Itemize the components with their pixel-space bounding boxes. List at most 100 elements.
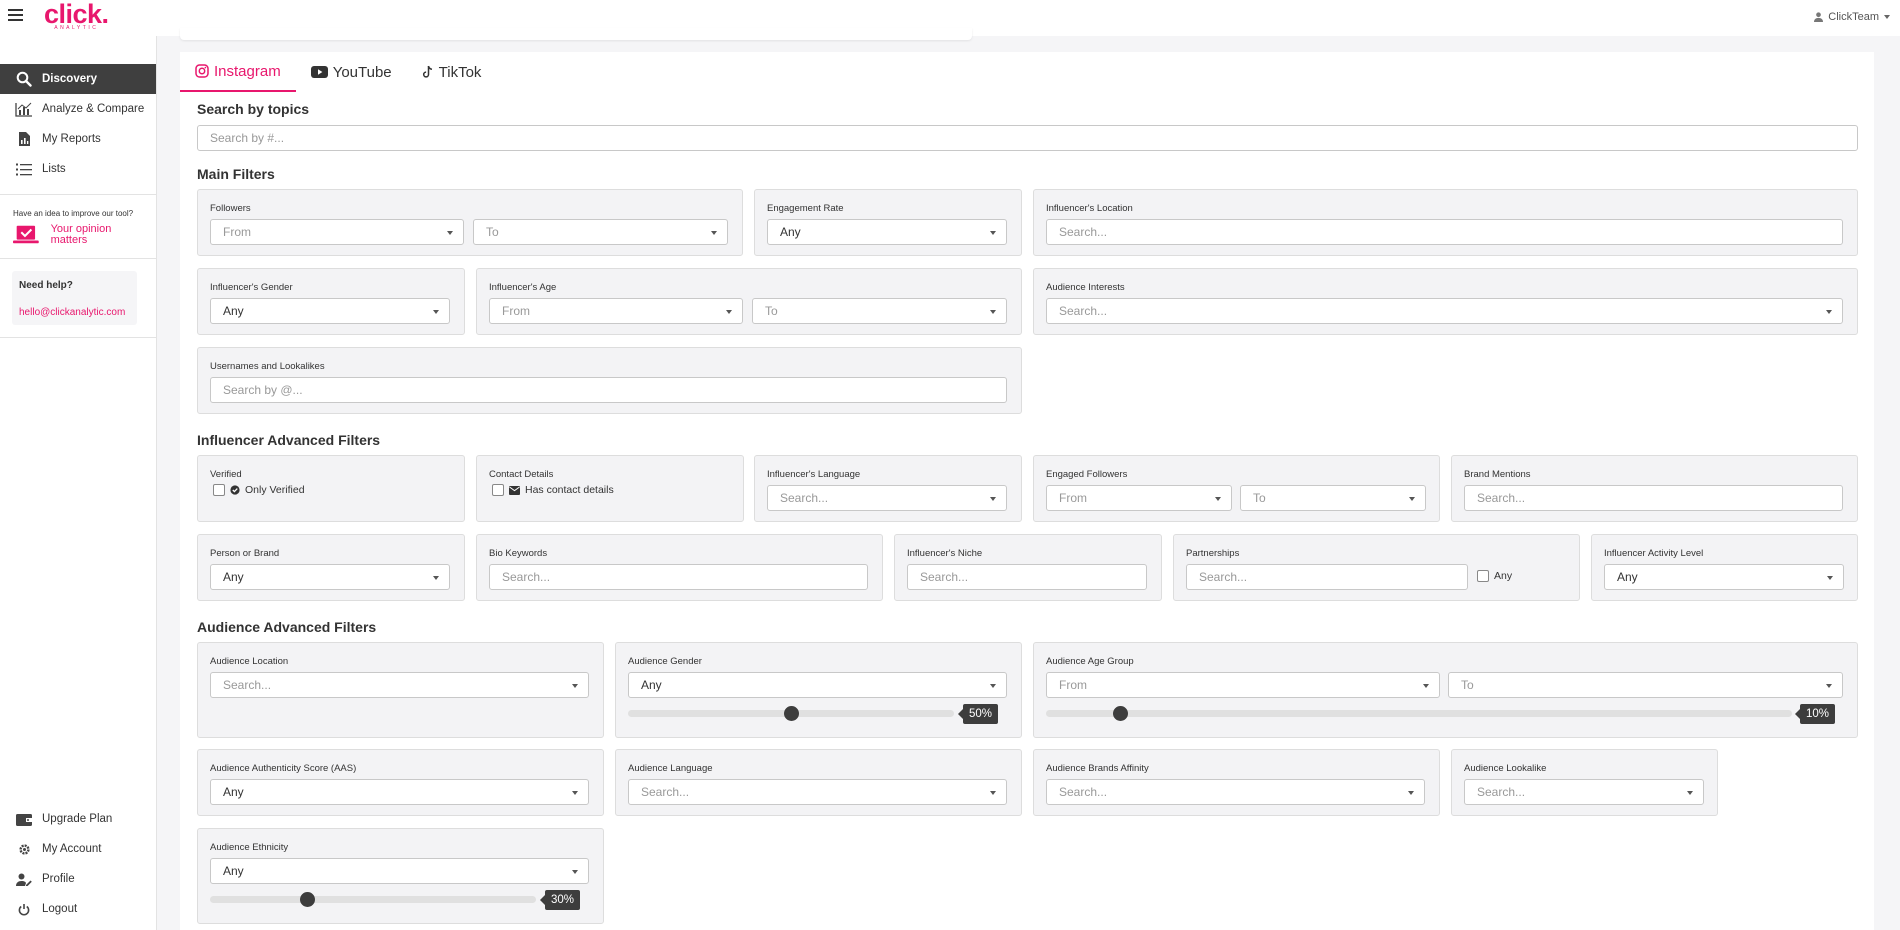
power-icon <box>14 901 34 917</box>
audience-language-select[interactable]: Search... <box>628 779 1007 805</box>
topics-search-input[interactable]: Search by #... <box>197 125 1858 151</box>
influencer-activity-select[interactable]: Any <box>1604 564 1844 590</box>
influencer-age-to-select[interactable]: To <box>752 298 1007 324</box>
sidebar-item-label: Lists <box>42 163 66 175</box>
caret-down-icon <box>1826 310 1832 314</box>
sidebar-item-label: My Account <box>42 843 102 855</box>
select-value: Search... <box>1059 304 1108 318</box>
chart-icon <box>14 101 34 117</box>
audience-location-label: Audience Location <box>210 656 289 667</box>
checkbox-label: Only Verified <box>245 484 305 496</box>
influencer-niche-input[interactable]: Search... <box>907 564 1147 590</box>
influencer-gender-select[interactable]: Any <box>210 298 450 324</box>
usernames-input[interactable]: Search by @... <box>210 377 1007 403</box>
select-value: To <box>765 304 778 318</box>
audience-age-from-select[interactable]: From <box>1046 672 1440 698</box>
select-value: Search... <box>641 785 690 799</box>
audience-ethnicity-percent: 30% <box>539 890 581 910</box>
caret-down-icon <box>1687 791 1693 795</box>
brand-mentions-label: Brand Mentions <box>1464 469 1531 480</box>
sidebar-item-logout[interactable]: Logout <box>0 894 157 924</box>
select-value: From <box>1059 678 1087 692</box>
caret-down-icon <box>1408 791 1414 795</box>
slider-thumb[interactable] <box>1113 706 1129 721</box>
feedback-link[interactable]: Your opinion matters <box>13 224 143 246</box>
engagement-rate-filter: Engagement Rate Any <box>754 189 1022 256</box>
person-or-brand-select[interactable]: Any <box>210 564 450 590</box>
audience-language-filter: Audience Language Search... <box>615 749 1022 816</box>
bio-keywords-filter: Bio Keywords Search... <box>476 534 883 601</box>
sidebar-item-lists[interactable]: Lists <box>0 154 156 184</box>
sidebar-item-upgrade-plan[interactable]: Upgrade Plan <box>0 804 157 834</box>
tab-youtube[interactable]: YouTube <box>296 52 407 92</box>
verified-label: Verified <box>210 469 242 480</box>
sidebar-item-discovery[interactable]: Discovery <box>0 64 156 94</box>
checkbox-box[interactable] <box>213 484 225 496</box>
partnerships-any-checkbox[interactable]: Any <box>1477 570 1512 582</box>
influencer-age-from-select[interactable]: From <box>489 298 743 324</box>
influencer-niche-label: Influencer's Niche <box>907 548 983 559</box>
audience-age-percent: 10% <box>1794 704 1836 724</box>
audience-interests-label: Audience Interests <box>1046 282 1125 293</box>
audience-lookalike-select[interactable]: Search... <box>1464 779 1704 805</box>
select-value: From <box>1059 491 1087 505</box>
audience-age-slider[interactable] <box>1046 706 1792 721</box>
instagram-icon <box>195 64 209 78</box>
checkbox-box[interactable] <box>492 484 504 496</box>
audience-ethnicity-slider[interactable] <box>210 892 536 907</box>
audience-interests-select[interactable]: Search... <box>1046 298 1843 324</box>
contact-details-filter: Contact Details Has contact details <box>476 455 744 522</box>
checkbox-box[interactable] <box>1477 570 1489 582</box>
partnerships-input[interactable]: Search... <box>1186 564 1468 590</box>
influencer-location-input[interactable]: Search... <box>1046 219 1843 245</box>
caret-down-icon <box>990 310 996 314</box>
bio-keywords-input[interactable]: Search... <box>489 564 868 590</box>
brand-mentions-filter: Brand Mentions Search... <box>1451 455 1858 522</box>
audience-brands-affinity-select[interactable]: Search... <box>1046 779 1425 805</box>
user-menu[interactable]: ClickTeam <box>1814 11 1890 23</box>
influencer-activity-filter: Influencer Activity Level Any <box>1591 534 1858 601</box>
engaged-followers-from-select[interactable]: From <box>1046 485 1232 511</box>
tab-instagram[interactable]: Instagram <box>180 52 296 92</box>
engaged-followers-to-select[interactable]: To <box>1240 485 1426 511</box>
hamburger-menu-icon[interactable] <box>8 9 23 21</box>
caret-down-icon <box>1423 684 1429 688</box>
caret-down-icon <box>572 870 578 874</box>
audience-lookalike-label: Audience Lookalike <box>1464 763 1547 774</box>
select-value: Any <box>223 304 244 318</box>
sidebar-item-my-account[interactable]: My Account <box>0 834 157 864</box>
tab-label: YouTube <box>332 63 392 81</box>
audience-gender-slider[interactable] <box>628 706 954 721</box>
influencer-language-select[interactable]: Search... <box>767 485 1007 511</box>
help-email-link[interactable]: hello@clickanalytic.com <box>19 307 130 318</box>
audience-gender-select[interactable]: Any <box>628 672 1007 698</box>
sidebar-item-label: Profile <box>42 873 75 885</box>
tab-tiktok[interactable]: TikTok <box>407 52 497 92</box>
audience-ethnicity-select[interactable]: Any <box>210 858 589 884</box>
slider-thumb[interactable] <box>783 706 799 721</box>
audience-language-label: Audience Language <box>628 763 713 774</box>
audience-location-select[interactable]: Search... <box>210 672 589 698</box>
sidebar-item-analyze-compare[interactable]: Analyze & Compare <box>0 94 156 124</box>
sidebar-item-my-reports[interactable]: My Reports <box>0 124 156 154</box>
brand-mentions-input[interactable]: Search... <box>1464 485 1843 511</box>
audience-authenticity-select[interactable]: Any <box>210 779 589 805</box>
followers-to-select[interactable]: To <box>473 219 728 245</box>
sidebar-item-label: Upgrade Plan <box>42 813 113 825</box>
slider-thumb[interactable] <box>300 892 316 907</box>
brand-logo[interactable]: click. ANALYTIC <box>44 1 109 31</box>
audience-age-to-select[interactable]: To <box>1448 672 1843 698</box>
sidebar-item-profile[interactable]: Profile <box>0 864 157 894</box>
followers-filter: Followers From To <box>197 189 743 256</box>
caret-down-icon <box>572 791 578 795</box>
engagement-rate-select[interactable]: Any <box>767 219 1007 245</box>
followers-from-select[interactable]: From <box>210 219 464 245</box>
has-contact-checkbox[interactable]: Has contact details <box>492 484 614 496</box>
youtube-icon <box>310 66 328 78</box>
only-verified-checkbox[interactable]: Only Verified <box>213 484 305 496</box>
influencer-advanced-title: Influencer Advanced Filters <box>197 432 381 448</box>
influencer-language-filter: Influencer's Language Search... <box>754 455 1022 522</box>
partnerships-filter: Partnerships Search... Any <box>1173 534 1580 601</box>
feedback-block: Have an idea to improve our tool? Your o… <box>0 195 156 258</box>
sidebar-item-label: Analyze & Compare <box>42 103 145 115</box>
